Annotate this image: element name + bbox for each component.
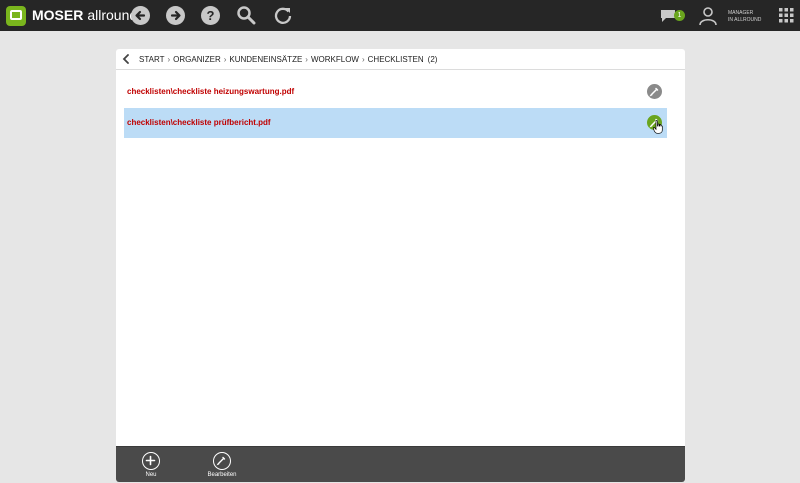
search-icon[interactable] bbox=[236, 5, 256, 25]
user-icon[interactable] bbox=[698, 6, 718, 26]
edit-pencil-icon[interactable] bbox=[647, 84, 662, 99]
breadcrumb-separator: › bbox=[361, 55, 365, 64]
breadcrumb-separator: › bbox=[305, 55, 308, 64]
svg-text:?: ? bbox=[207, 8, 215, 23]
brand-light: allround bbox=[87, 7, 138, 23]
item-count: (2) bbox=[427, 55, 438, 64]
user-role-line1: MANAGER bbox=[728, 10, 754, 16]
new-button-label: Neu bbox=[145, 472, 157, 478]
breadcrumb-item-kundeneinsaetze[interactable]: KUNDENEINSÄTZE bbox=[229, 55, 302, 64]
edit-button-label: Bearbeiten bbox=[207, 472, 237, 478]
breadcrumb-trail: START › ORGANIZER › KUNDENEINSÄTZE › WORKFLOW ›… bbox=[139, 55, 437, 64]
breadcrumb-item-organizer[interactable]: ORGANIZER bbox=[173, 55, 221, 64]
new-button[interactable]: Neu bbox=[131, 452, 171, 478]
forward-arrow-icon[interactable] bbox=[166, 6, 185, 25]
user-role-line2: IN ALLROUND bbox=[728, 17, 762, 23]
refresh-icon[interactable] bbox=[273, 5, 293, 25]
plus-icon bbox=[142, 452, 160, 470]
brand-name: MOSER allround bbox=[32, 7, 137, 23]
breadcrumb-item-start[interactable]: START bbox=[139, 55, 164, 64]
bottom-toolbar: Neu Bearbeiten bbox=[116, 446, 685, 482]
user-role-label[interactable]: MANAGER IN ALLROUND bbox=[728, 10, 761, 24]
apps-grid-icon[interactable] bbox=[779, 8, 794, 23]
file-link[interactable]: checklisten\checkliste prüfbericht.pdf bbox=[127, 118, 271, 127]
app-logo[interactable] bbox=[6, 6, 26, 26]
messages-count-badge: 1 bbox=[674, 10, 685, 21]
list-item-selected[interactable]: checklisten\checkliste prüfbericht.pdf bbox=[124, 108, 667, 138]
breadcrumb-item-checklisten: CHECKLISTEN bbox=[367, 55, 424, 64]
help-icon[interactable]: ? bbox=[201, 6, 220, 25]
hand-cursor-icon bbox=[653, 120, 663, 134]
breadcrumb-separator: › bbox=[223, 55, 227, 64]
edit-button[interactable]: Bearbeiten bbox=[202, 452, 242, 478]
back-arrow-icon[interactable] bbox=[131, 6, 150, 25]
brand-bold: MOSER bbox=[32, 7, 84, 23]
top-bar: MOSER allround ? 1 MANAGER IN ALLROUND bbox=[0, 0, 800, 31]
checklist-panel: START › ORGANIZER › KUNDENEINSÄTZE › WORKFLOW ›… bbox=[116, 49, 685, 482]
breadcrumb: START › ORGANIZER › KUNDENEINSÄTZE › WORKFLOW ›… bbox=[116, 49, 685, 70]
chevron-left-icon[interactable] bbox=[122, 54, 130, 64]
breadcrumb-item-workflow[interactable]: WORKFLOW bbox=[311, 55, 359, 64]
logo-mark bbox=[10, 10, 22, 20]
file-link[interactable]: checklisten\checkliste heizungswartung.p… bbox=[127, 87, 294, 96]
list-item[interactable]: checklisten\checkliste heizungswartung.p… bbox=[124, 77, 667, 107]
pencil-icon bbox=[213, 452, 231, 470]
breadcrumb-separator: › bbox=[167, 55, 171, 64]
